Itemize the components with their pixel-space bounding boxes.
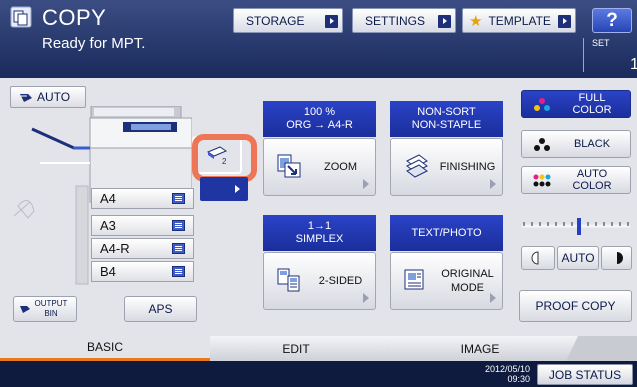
tray-2-label: A3 xyxy=(100,218,116,233)
sort-mode: NON-SORT xyxy=(417,106,476,118)
tab-bar: EDIT IMAGE BASIC xyxy=(0,336,637,361)
settings-label: SETTINGS xyxy=(365,13,426,28)
time: 09:30 xyxy=(507,374,530,384)
tray-4-label: B4 xyxy=(100,264,116,279)
auto-color-icon xyxy=(533,174,551,187)
zoom-ratio: 100 % xyxy=(303,106,336,118)
storage-label: STORAGE xyxy=(246,13,305,28)
original-mode-label: ORIGINAL MODE xyxy=(441,253,494,309)
output-bin-button[interactable]: OUTPUT BIN xyxy=(13,296,77,322)
footer-bar: 2012/05/10 09:30 JOB STATUS xyxy=(0,361,637,387)
job-status-button[interactable]: JOB STATUS xyxy=(537,364,633,385)
tab-edit[interactable]: EDIT xyxy=(198,336,394,361)
finishing-button[interactable]: FINISHING xyxy=(390,138,503,196)
arrow-right-icon xyxy=(325,15,338,28)
tab-image[interactable]: IMAGE xyxy=(382,336,578,361)
staple-mode: NON-STAPLE xyxy=(411,119,482,131)
tray-icon xyxy=(172,243,185,254)
tray-1-label: A4 xyxy=(100,191,116,206)
app-title: COPY xyxy=(42,5,107,30)
original-mode-status: TEXT/PHOTO xyxy=(390,215,503,251)
template-button[interactable]: ★ TEMPLATE xyxy=(462,8,576,33)
density-thumb[interactable] xyxy=(577,218,581,235)
finishing-icon xyxy=(406,154,428,178)
finishing-status: NON-SORT NON-STAPLE xyxy=(390,101,503,137)
duplex-mode: SIMPLEX xyxy=(295,233,344,245)
paper-auto-label: AUTO xyxy=(37,90,71,104)
black-label: BLACK xyxy=(573,138,611,150)
zoom-icon xyxy=(277,154,301,178)
arrow-right-icon xyxy=(558,15,571,28)
tray-1[interactable]: A4 xyxy=(91,188,194,209)
auto-color-line1: AUTO xyxy=(576,168,608,180)
proof-copy-button[interactable]: PROOF COPY xyxy=(519,290,632,322)
lighter-icon xyxy=(531,251,539,265)
zoom-status: 100 % ORG → A4-R xyxy=(263,101,376,137)
settings-button[interactable]: SETTINGS xyxy=(352,8,456,33)
two-sided-button[interactable]: 2-SIDED xyxy=(263,252,376,310)
tray-3[interactable]: A4-R xyxy=(91,238,194,259)
star-icon: ★ xyxy=(469,12,483,30)
density-auto-button[interactable]: AUTO xyxy=(557,246,599,270)
header-bar: COPY Ready for MPT. STORAGE SETTINGS ★ T… xyxy=(0,0,637,78)
original-mode-line2: MODE xyxy=(451,282,484,294)
auto-color-button[interactable]: AUTO COLOR xyxy=(521,166,631,194)
full-color-button[interactable]: FULL COLOR xyxy=(521,90,631,118)
copy-icon xyxy=(10,6,32,28)
darker-icon xyxy=(616,252,623,264)
tray-icon xyxy=(172,266,185,277)
aps-button[interactable]: APS xyxy=(124,296,197,322)
zoom-button[interactable]: ZOOM xyxy=(263,138,376,196)
density-darker-button[interactable] xyxy=(601,246,632,270)
status-message: Ready for MPT. xyxy=(42,35,146,52)
output-bin-line2: BIN xyxy=(44,309,58,318)
tray-icon xyxy=(172,193,185,204)
tray-3-label: A4-R xyxy=(100,241,130,256)
datetime: 2012/05/10 09:30 xyxy=(482,364,530,384)
set-label: SET xyxy=(592,38,610,48)
black-button[interactable]: BLACK xyxy=(521,130,631,158)
two-sided-label: 2-SIDED xyxy=(318,275,363,287)
original-mode-icon xyxy=(404,269,424,290)
tray-icon xyxy=(172,220,185,231)
zoom-label: ZOOM xyxy=(324,161,357,173)
divider xyxy=(583,38,584,72)
bypass-highlight xyxy=(192,134,257,182)
storage-button[interactable]: STORAGE xyxy=(233,8,343,33)
tray-4[interactable]: B4 xyxy=(91,261,194,282)
density-slider[interactable] xyxy=(520,216,632,236)
tab-basic[interactable]: BASIC xyxy=(0,336,210,361)
auto-color-line2: COLOR xyxy=(572,180,612,192)
two-sided-icon xyxy=(277,268,300,292)
density-lighter-button[interactable] xyxy=(521,246,555,270)
date: 2012/05/10 xyxy=(484,364,530,374)
duplex-ratio: 1→1 xyxy=(307,220,332,232)
black-color-icon xyxy=(534,138,550,151)
help-button[interactable]: ? xyxy=(592,8,632,33)
corner-arrow-icon xyxy=(490,293,496,303)
arrow-right-icon xyxy=(438,15,451,28)
full-color-icon xyxy=(534,98,550,111)
output-bin-line1: OUTPUT xyxy=(34,299,68,308)
set-count: 1 xyxy=(630,56,637,73)
corner-arrow-icon xyxy=(490,179,496,189)
zoom-orig-size: ORG → A4-R xyxy=(286,119,353,131)
original-mode-line1: ORIGINAL xyxy=(441,268,494,280)
template-label: TEMPLATE xyxy=(488,13,551,28)
paper-auto-indicator: AUTO xyxy=(10,86,86,108)
corner-arrow-icon xyxy=(363,293,369,303)
output-bin-icon xyxy=(20,306,30,313)
duplex-status: 1→1 SIMPLEX xyxy=(263,215,376,251)
bypass-settings-button[interactable] xyxy=(200,177,248,201)
original-mode-button[interactable]: ORIGINAL MODE xyxy=(390,252,503,310)
corner-arrow-icon xyxy=(363,179,369,189)
full-color-line2: COLOR xyxy=(572,104,612,116)
tray-2[interactable]: A3 xyxy=(91,215,194,236)
finishing-label: FINISHING xyxy=(439,161,496,173)
full-color-line1: FULL xyxy=(578,92,606,104)
paper-auto-icon xyxy=(20,93,32,102)
